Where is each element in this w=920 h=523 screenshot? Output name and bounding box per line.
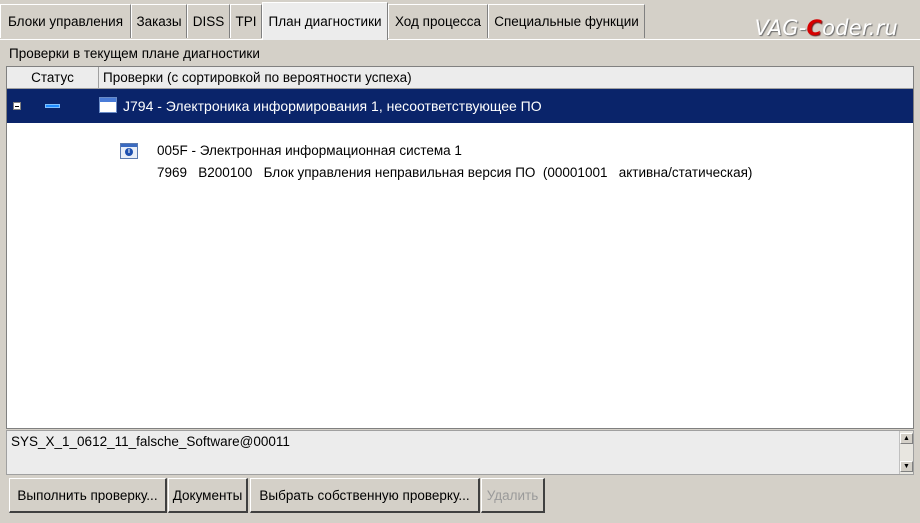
documents-button[interactable]: Документы: [168, 478, 248, 513]
column-header-status[interactable]: Статус: [7, 67, 99, 88]
tab-orders[interactable]: Заказы: [131, 4, 187, 38]
tab-special-functions[interactable]: Специальные функции: [488, 4, 645, 38]
tab-diagnostic-plan[interactable]: План диагностики: [262, 2, 388, 40]
grid-header: Статус Проверки (с сортировкой по вероят…: [7, 67, 913, 89]
tab-control-units[interactable]: Блоки управления: [0, 4, 131, 38]
window-icon: [99, 97, 117, 113]
choose-own-check-button[interactable]: Выбрать собственную проверку...: [250, 478, 480, 513]
scroll-down-icon[interactable]: ▼: [900, 461, 913, 472]
selected-row-text: J794 - Электроника информирования 1, нес…: [123, 98, 542, 114]
scroll-up-icon[interactable]: ▲: [900, 433, 913, 444]
tab-process-progress[interactable]: Ход процесса: [388, 4, 488, 38]
checks-grid: Статус Проверки (с сортировкой по вероят…: [6, 66, 914, 429]
info-icon: i: [120, 143, 138, 159]
collapse-icon[interactable]: [13, 102, 21, 110]
delete-button[interactable]: Удалить: [481, 478, 545, 513]
watermark-logo: VAG-Coder.ru: [755, 16, 898, 40]
watermark-c: C: [806, 16, 823, 40]
test-code-text: SYS_X_1_0612_11_falsche_Software@00011: [11, 434, 290, 449]
child-line-fault: 7969 B200100 Блок управления неправильна…: [157, 165, 753, 180]
watermark-prefix: VAG-: [754, 16, 807, 40]
group-label: Проверки в текущем плане диагностики: [9, 46, 260, 61]
vertical-scrollbar[interactable]: ▲ ▼: [899, 431, 913, 474]
watermark-suffix: oder.ru: [822, 16, 898, 40]
test-code-area: SYS_X_1_0612_11_falsche_Software@00011 ▲…: [6, 430, 914, 475]
tab-diss[interactable]: DISS: [187, 4, 230, 38]
run-check-button[interactable]: Выполнить проверку...: [9, 478, 167, 513]
column-header-checks[interactable]: Проверки (с сортировкой по вероятности у…: [99, 67, 913, 88]
tab-tpi[interactable]: TPI: [230, 4, 262, 38]
tab-bar: Блоки управления Заказы DISS TPI План ди…: [0, 0, 920, 40]
status-indicator-icon: [45, 104, 60, 108]
child-line-system: 005F - Электронная информационная систем…: [157, 143, 462, 158]
selected-check-row[interactable]: J794 - Электроника информирования 1, нес…: [7, 89, 913, 123]
